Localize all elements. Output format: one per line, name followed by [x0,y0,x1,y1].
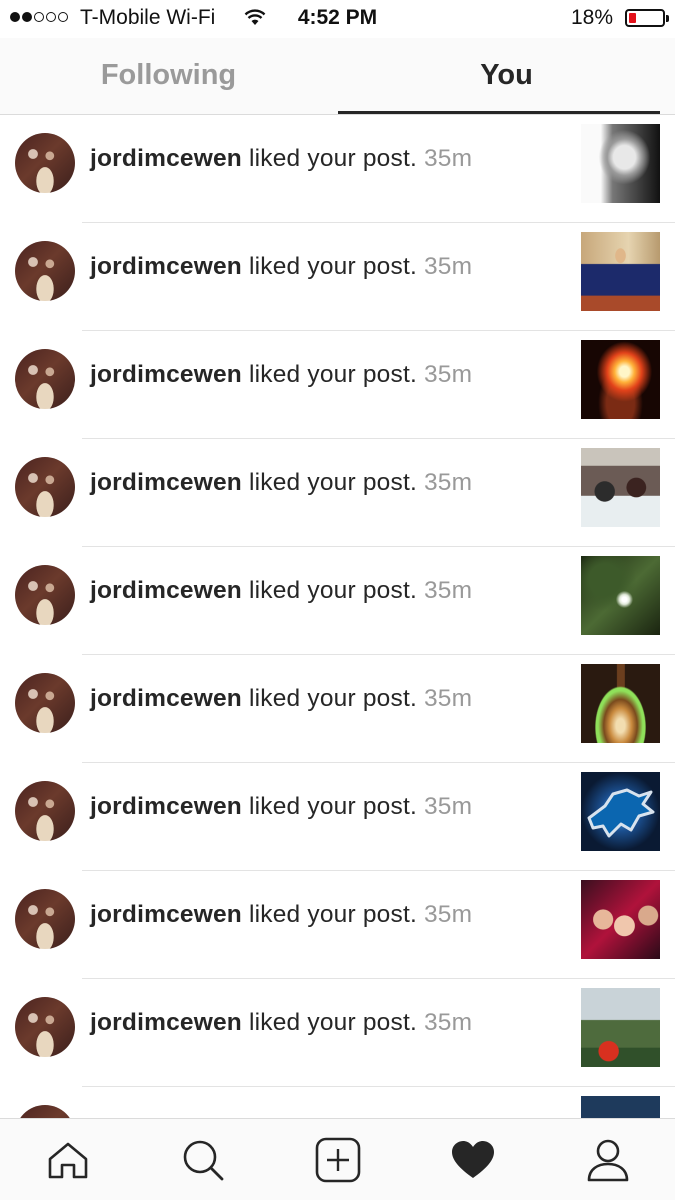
notification-action: liked your post. [248,361,417,388]
activity-feed[interactable]: jordimcewen liked your post. 35m jordimc… [0,115,675,1118]
battery-icon [625,9,669,27]
username-link[interactable]: jordimcewen [90,577,242,604]
notification-action: liked your post. [248,253,417,280]
notification-time: 35m [423,685,473,712]
post-thumbnail[interactable] [581,556,660,635]
post-thumbnail[interactable] [581,448,660,527]
notification-row[interactable]: jordimcewen liked your post. 35m [0,655,675,763]
username-link[interactable]: jordimcewen [90,901,242,928]
notification-action: liked your post. [248,901,417,928]
profile-icon [587,1139,628,1181]
avatar[interactable] [15,565,75,625]
notification-time: 35m [423,361,473,388]
post-thumbnail[interactable] [581,664,660,743]
home-icon [48,1142,87,1178]
post-thumbnail[interactable] [581,772,660,851]
notification-time: 35m [423,253,473,280]
avatar[interactable] [15,889,75,949]
notification-text: jordimcewen liked your post. 35m [90,253,472,281]
selected-tab-indicator [338,111,660,114]
notification-text: jordimcewen liked your post. 35m [90,361,472,389]
notification-text: jordimcewen liked your post. 35m [90,901,472,929]
nav-search[interactable] [135,1119,270,1200]
notification-action: liked your post. [248,793,417,820]
notification-time: 35m [423,469,473,496]
tab-you[interactable]: You [338,38,675,114]
username-link[interactable]: jordimcewen [90,685,242,712]
nav-new-post[interactable] [270,1119,405,1200]
search-icon [183,1140,223,1180]
notification-row[interactable]: jordimcewen liked your post. 35m [0,763,675,871]
username-link[interactable]: jordimcewen [90,469,242,496]
avatar[interactable] [15,1105,75,1118]
activity-tabs: Following You [0,38,675,115]
avatar[interactable] [15,133,75,193]
username-link[interactable]: jordimcewen [90,253,242,280]
notification-row[interactable]: jordimcewen liked your post. 35m [0,979,675,1087]
notification-action: liked your post. [248,577,417,604]
notification-text: jordimcewen liked your post. 35m [90,793,472,821]
post-thumbnail[interactable] [581,124,660,203]
notification-row[interactable]: jordimcewen liked your post. 35m [0,439,675,547]
notification-text: jordimcewen liked your post. 35m [90,469,472,497]
avatar[interactable] [15,997,75,1057]
nav-profile[interactable] [540,1119,675,1200]
avatar[interactable] [15,457,75,517]
battery-percentage: 18% [570,6,613,29]
notification-action: liked your post. [248,145,417,172]
heart-icon [451,1140,494,1178]
notification-time: 35m [423,793,473,820]
avatar[interactable] [15,241,75,301]
username-link[interactable]: jordimcewen [90,361,242,388]
notification-action: liked your post. [248,1009,417,1036]
post-thumbnail[interactable] [581,340,660,419]
post-thumbnail[interactable] [581,880,660,959]
notification-text: jordimcewen liked your post. 35m [90,685,472,713]
notification-action: liked your post. [248,685,417,712]
username-link[interactable]: jordimcewen [90,793,242,820]
post-thumbnail[interactable] [581,1096,660,1118]
avatar[interactable] [15,673,75,733]
bottom-navigation [0,1118,675,1200]
notification-row[interactable]: jordimcewen liked your post. 35m [0,331,675,439]
avatar[interactable] [15,349,75,409]
notification-row-partial[interactable] [0,1087,675,1118]
nav-home[interactable] [0,1119,135,1200]
post-thumbnail[interactable] [581,232,660,311]
notification-time: 35m [423,1009,473,1036]
notification-time: 35m [423,901,473,928]
add-post-icon [315,1137,360,1182]
notification-action: liked your post. [248,469,417,496]
tab-following[interactable]: Following [0,38,337,114]
lion-logo-icon [587,788,655,838]
notification-row[interactable]: jordimcewen liked your post. 35m [0,547,675,655]
notification-time: 35m [423,145,473,172]
notification-row[interactable]: jordimcewen liked your post. 35m [0,871,675,979]
notification-text: jordimcewen liked your post. 35m [90,577,472,605]
notification-text: jordimcewen liked your post. 35m [90,145,472,173]
username-link[interactable]: jordimcewen [90,145,242,172]
username-link[interactable]: jordimcewen [90,1009,242,1036]
status-bar: T-Mobile Wi-Fi 4:52 PM 18% [0,0,675,38]
avatar[interactable] [15,781,75,841]
nav-activity[interactable] [405,1119,540,1200]
post-thumbnail[interactable] [581,988,660,1067]
notification-row[interactable]: jordimcewen liked your post. 35m [0,223,675,331]
notification-time: 35m [423,577,473,604]
notification-row[interactable]: jordimcewen liked your post. 35m [0,115,675,223]
notification-text: jordimcewen liked your post. 35m [90,1009,472,1037]
